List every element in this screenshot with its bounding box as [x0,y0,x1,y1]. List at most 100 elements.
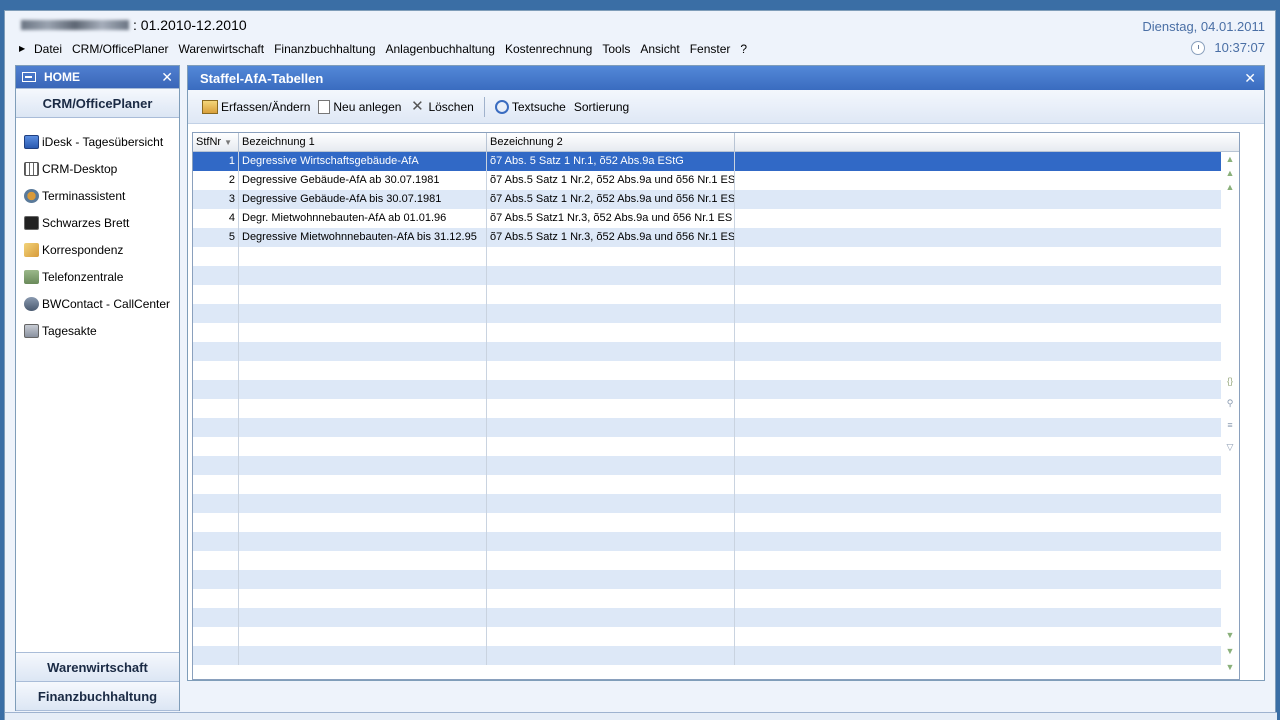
menu-kostenrechnung[interactable]: Kostenrechnung [500,41,597,57]
empty-cell [239,285,487,304]
menu-warenwirtschaft[interactable]: Warenwirtschaft [174,41,270,57]
empty-cell [735,342,1221,361]
empty-cell [193,361,239,380]
empty-cell [239,247,487,266]
column-header-stfnr[interactable]: StfNr ▼ [193,133,239,151]
scroll-down-icon[interactable]: ▼ [1224,630,1236,640]
empty-cell [239,570,487,589]
nav-list: iDesk - Tagesübersicht CRM-Desktop Termi… [16,118,179,344]
scroll-top-icon[interactable]: ▲ [1224,154,1236,164]
empty-cell [487,247,735,266]
empty-cell [239,437,487,456]
empty-cell [735,570,1221,589]
nav-section-warenwirtschaft[interactable]: Warenwirtschaft [16,652,179,682]
empty-cell [487,285,735,304]
text-search-button[interactable]: Textsuche [494,99,566,114]
empty-cell [193,456,239,475]
table-row[interactable]: 4 Degr. Mietwohnnebauten-AfA ab 01.01.96… [193,209,1221,228]
empty-cell [735,532,1221,551]
scroll-page-up-icon[interactable]: ▲ [1224,168,1236,178]
delete-button[interactable]: ✕ Löschen [409,97,474,115]
empty-cell [735,247,1221,266]
empty-cell [735,304,1221,323]
table-row[interactable]: 5 Degressive Mietwohnnebauten-AfA bis 31… [193,228,1221,247]
vertical-scrollbar[interactable]: ▲ ▲ ▲ {} ⚲ ≡ ▽ ▼ ▼ ▼ [1221,152,1239,679]
table-row[interactable]: 1 Degressive Wirtschaftsgebäude-AfA õ7 A… [193,152,1221,171]
empty-cell [193,285,239,304]
empty-cell [487,323,735,342]
nav-item-schwarzes-brett[interactable]: Schwarzes Brett [16,209,179,236]
menu-arrow-icon[interactable]: ▶ [19,44,29,57]
folder-icon [24,323,39,338]
panel-header: Staffel-AfA-Tabellen ✕ [188,66,1264,90]
empty-cell [193,494,239,513]
nav-section-finanzbuchhaltung[interactable]: Finanzbuchhaltung [16,681,179,711]
scroll-page-down-icon[interactable]: ▼ [1224,646,1236,656]
phone-icon [24,269,39,284]
empty-cell [239,418,487,437]
filter-icon[interactable]: ▽ [1224,442,1236,452]
nav-item-terminassistent[interactable]: Terminassistent [16,182,179,209]
menu-crm[interactable]: CRM/OfficePlaner [67,41,173,57]
empty-cell [239,361,487,380]
search-icon [494,99,509,114]
empty-cell [487,608,735,627]
empty-cell [487,475,735,494]
board-icon [24,215,39,230]
nav-header: HOME ✕ [16,66,179,88]
menu-help[interactable]: ? [735,41,752,57]
menu-finanzbuchhaltung[interactable]: Finanzbuchhaltung [269,41,380,57]
brackets-icon[interactable]: {} [1224,376,1236,386]
empty-cell [193,475,239,494]
empty-cell [193,418,239,437]
nav-item-tagesakte[interactable]: Tagesakte [16,317,179,344]
empty-cell [239,532,487,551]
close-icon[interactable]: ✕ [1244,70,1256,87]
column-header-bezeichnung1[interactable]: Bezeichnung 1 [239,133,487,151]
empty-cell [193,380,239,399]
scroll-up-icon[interactable]: ▲ [1224,182,1236,192]
nav-item-crm-desktop[interactable]: CRM-Desktop [16,155,179,182]
panel-title: Staffel-AfA-Tabellen [200,70,324,86]
nav-item-korrespondenz[interactable]: Korrespondenz [16,236,179,263]
empty-cell [735,551,1221,570]
empty-cell [193,589,239,608]
menu-anlagenbuchhaltung[interactable]: Anlagenbuchhaltung [381,41,500,57]
app-window: : 01.2010-12.2010 Dienstag, 04.01.2011 1… [4,10,1277,720]
menu-ansicht[interactable]: Ansicht [635,41,684,57]
xml-icon[interactable]: ≡ [1224,420,1236,430]
empty-cell [193,570,239,589]
nav-item-bwcontact[interactable]: BWContact - CallCenter [16,290,179,317]
new-button[interactable]: Neu anlegen [318,99,401,114]
current-date: Dienstag, 04.01.2011 [1142,19,1265,34]
folder-open-icon [202,99,218,114]
empty-cell [239,266,487,285]
menu-datei[interactable]: Datei [29,41,67,57]
table-row[interactable]: 2 Degressive Gebäude-AfA ab 30.07.1981 õ… [193,171,1221,190]
close-icon[interactable]: ✕ [161,69,173,86]
empty-table-row [193,285,1221,304]
headset-icon [24,296,39,311]
delete-icon: ✕ [411,97,424,115]
menu-fenster[interactable]: Fenster [685,41,736,57]
edit-button[interactable]: Erfassen/Ändern [202,99,310,114]
empty-table-row [193,627,1221,646]
nav-item-telefonzentrale[interactable]: Telefonzentrale [16,263,179,290]
table-row[interactable]: 3 Degressive Gebäude-AfA bis 30.07.1981 … [193,190,1221,209]
grid-rows: 1 Degressive Wirtschaftsgebäude-AfA õ7 A… [193,152,1221,665]
scroll-bottom-icon[interactable]: ▼ [1224,662,1236,672]
empty-cell [735,399,1221,418]
zoom-icon[interactable]: ⚲ [1224,398,1236,408]
empty-table-row [193,342,1221,361]
menu-tools[interactable]: Tools [597,41,635,57]
nav-item-idesk[interactable]: iDesk - Tagesübersicht [16,128,179,155]
nav-section-crm[interactable]: CRM/OfficePlaner [16,88,179,118]
column-header-bezeichnung2[interactable]: Bezeichnung 2 [487,133,735,151]
empty-cell [487,494,735,513]
empty-cell [487,570,735,589]
empty-cell [193,532,239,551]
empty-cell [487,589,735,608]
empty-cell [487,380,735,399]
sort-button[interactable]: Sortierung [574,100,629,114]
empty-table-row [193,494,1221,513]
